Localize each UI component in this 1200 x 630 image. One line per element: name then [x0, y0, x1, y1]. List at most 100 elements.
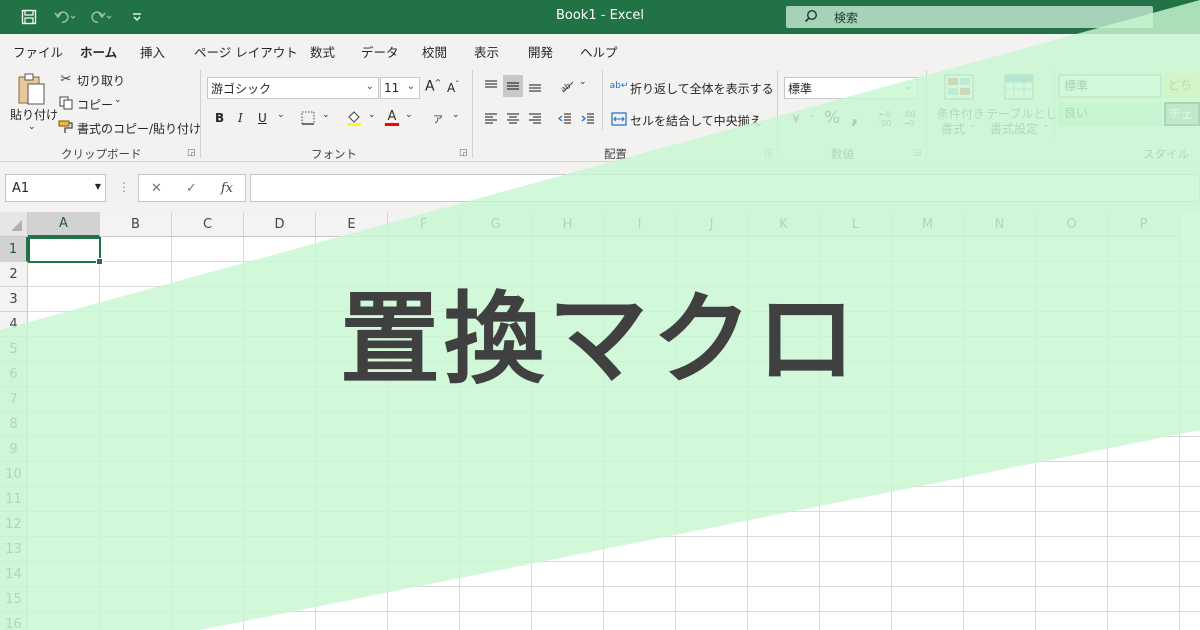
divider	[602, 70, 603, 130]
align-bottom-icon[interactable]	[526, 76, 544, 96]
name-box-dropdown-icon[interactable]: ▼	[95, 182, 101, 191]
underline-dropdown-icon[interactable]: ⌄	[277, 110, 285, 120]
align-middle-icon[interactable]	[503, 75, 523, 97]
formula-input[interactable]	[250, 174, 1200, 202]
orientation-dropdown-icon[interactable]: ⌄	[579, 77, 587, 87]
chevron-down-icon: ⌄	[904, 81, 913, 92]
tab-help[interactable]: ヘルプ	[580, 42, 618, 61]
tab-formulas[interactable]: 数式	[310, 42, 335, 61]
decrease-decimal-icon[interactable]: .00 →0	[898, 109, 920, 129]
fill-color-icon[interactable]	[344, 108, 364, 128]
merge-dropdown-icon[interactable]: ⌄	[753, 111, 761, 121]
search-label: 検索	[834, 10, 859, 25]
alignment-group-label: 配置	[604, 147, 627, 161]
conditional-formatting-line2[interactable]: 書式	[941, 120, 965, 137]
merge-center-button[interactable]: セルを結合して中央揃え	[630, 112, 762, 129]
cell-gridlines	[28, 237, 1200, 630]
divider	[200, 70, 201, 158]
spreadsheet-grid[interactable]: ABCDEFGHIJKLMNOP 1 2 3 4 5 6 7 8 9 10 11 12 13 14 15 16	[0, 212, 1200, 630]
divider	[472, 70, 473, 158]
currency-dropdown-icon[interactable]: ⌄	[808, 110, 816, 120]
ribbon: 貼り付け ⌄ ✂ 切り取り コピー ⌄ 書式のコピー/貼り付け クリップボード …	[0, 64, 1200, 162]
name-box[interactable]: A1 ▼	[5, 174, 106, 202]
orientation-icon[interactable]: ab	[557, 76, 577, 96]
search-box[interactable]: 検索	[786, 6, 1153, 28]
align-top-icon[interactable]	[482, 76, 500, 96]
tab-page-layout[interactable]: ページ レイアウト	[194, 42, 298, 61]
tab-developer[interactable]: 開発	[528, 42, 553, 61]
align-center-icon[interactable]	[504, 109, 522, 129]
phonetic-icon[interactable]: ア	[428, 108, 448, 128]
cancel-icon[interactable]: ✕	[151, 181, 162, 196]
number-format-select[interactable]: 標準 ⌄	[784, 77, 918, 99]
font-color-icon[interactable]: A	[382, 108, 402, 128]
formula-bar-grip-icon[interactable]: ⋮	[118, 180, 130, 194]
fill-color-dropdown-icon[interactable]: ⌄	[368, 110, 376, 120]
font-size-select[interactable]: 11 ⌄	[380, 77, 420, 99]
ribbon-tabs: ファイル ホーム 挿入 ページ レイアウト 数式 データ 校閲 表示 開発 ヘル…	[0, 34, 1200, 67]
paste-dropdown-icon[interactable]: ⌄	[28, 122, 36, 132]
tab-file[interactable]: ファイル	[13, 42, 63, 61]
font-group-label: フォント	[311, 147, 357, 161]
currency-icon[interactable]: ¥	[786, 109, 806, 129]
active-cell-a1[interactable]	[28, 237, 103, 265]
align-right-icon[interactable]	[526, 109, 544, 129]
tab-insert[interactable]: 挿入	[140, 42, 165, 61]
conditional-formatting-icon[interactable]	[942, 72, 976, 102]
shrink-font-button[interactable]: Aˇ	[447, 80, 459, 95]
increase-decimal-icon[interactable]: ←0.00	[874, 109, 896, 129]
phonetic-dropdown-icon[interactable]: ⌄	[452, 110, 460, 120]
format-as-table-line2[interactable]: 書式設定	[990, 120, 1038, 137]
conditional-dropdown-icon[interactable]: ⌄	[969, 120, 977, 130]
enter-icon[interactable]: ✓	[186, 181, 197, 196]
font-launcher-icon[interactable]: ◲	[459, 148, 468, 158]
svg-text:ab: ab	[559, 81, 572, 94]
tab-review[interactable]: 校閲	[422, 42, 447, 61]
font-color-dropdown-icon[interactable]: ⌄	[405, 110, 413, 120]
search-icon	[804, 9, 818, 26]
clipboard-launcher-icon[interactable]: ◲	[187, 148, 196, 158]
font-name-select[interactable]: 游ゴシック ⌄	[207, 77, 379, 99]
borders-icon[interactable]	[298, 109, 318, 127]
decrease-indent-icon[interactable]	[556, 109, 574, 129]
paste-icon[interactable]	[12, 70, 50, 108]
number-launcher-icon[interactable]: ◲	[913, 148, 922, 158]
align-left-icon[interactable]	[482, 109, 500, 129]
format-as-table-icon[interactable]	[1002, 72, 1036, 102]
grow-font-button[interactable]: A^	[425, 78, 441, 95]
paste-button[interactable]: 貼り付け	[10, 106, 58, 123]
number-group-label: 数値	[831, 147, 854, 161]
style-check-cell[interactable]: チェ	[1164, 102, 1200, 126]
tab-data[interactable]: データ	[361, 42, 399, 61]
copy-dropdown-icon[interactable]: ⌄	[114, 95, 122, 105]
divider	[1054, 70, 1055, 140]
tab-view[interactable]: 表示	[474, 42, 499, 61]
copy-icon	[58, 94, 74, 112]
styles-group-label: スタイル	[1143, 147, 1189, 161]
insert-function-button[interactable]: fx	[221, 181, 233, 196]
name-box-value: A1	[12, 180, 30, 196]
style-good[interactable]: 良い	[1058, 102, 1162, 126]
divider	[926, 70, 927, 158]
italic-button[interactable]: I	[238, 111, 243, 125]
wrap-text-button[interactable]: 折り返して全体を表示する	[630, 80, 774, 97]
percent-button[interactable]: %	[824, 108, 840, 128]
borders-dropdown-icon[interactable]: ⌄	[322, 110, 330, 120]
underline-button[interactable]: U	[258, 111, 267, 125]
increase-indent-icon[interactable]	[579, 109, 597, 129]
tab-home[interactable]: ホーム	[77, 42, 120, 67]
bold-button[interactable]: B	[215, 111, 224, 125]
format-painter-button[interactable]: 書式のコピー/貼り付け	[77, 120, 201, 137]
divider	[777, 70, 778, 158]
style-normal[interactable]: 標準	[1058, 74, 1162, 98]
merge-center-icon	[610, 109, 628, 129]
alignment-launcher-icon[interactable]: ◲	[764, 148, 773, 158]
cut-button[interactable]: 切り取り	[77, 72, 125, 89]
headline: 置換マクロ	[340, 281, 860, 398]
comma-button[interactable]: ,	[851, 104, 859, 128]
font-name-value: 游ゴシック	[211, 81, 272, 96]
wrap-text-icon: ab↵	[609, 81, 629, 91]
table-dropdown-icon[interactable]: ⌄	[1042, 120, 1050, 130]
style-neutral[interactable]: どち	[1164, 74, 1200, 98]
copy-button[interactable]: コピー	[77, 96, 113, 113]
